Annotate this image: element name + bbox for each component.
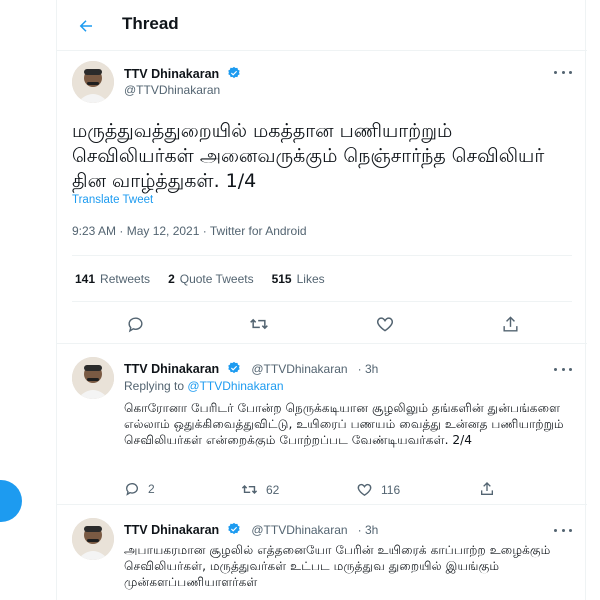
tweet-text: கொரோனா பேரிடர் போன்ற நெருக்கடியான சூழலில… [124,401,564,447]
more-icon[interactable] [554,67,572,77]
like-icon [376,317,394,332]
more-icon[interactable] [554,525,572,535]
reply-author-row: TTV Dhinakaran @TTVDhinakaran · 3h [124,519,378,538]
tweet-stats: 141 Retweets 2 Quote Tweets 515 Likes [75,272,325,286]
author-handle[interactable]: @TTVDhinakaran [124,83,220,97]
verified-badge-icon [228,522,240,535]
tweet-timestamp[interactable]: 9:23 AM · May 12, 2021 · Twitter for And… [72,224,307,238]
back-button[interactable] [71,11,101,41]
divider [72,255,572,256]
reply-count: 2 [148,482,155,496]
compose-fab-button[interactable] [0,480,22,522]
divider [72,301,572,302]
like-button[interactable]: 116 [356,481,400,498]
tweet-time[interactable]: · 3h [358,362,379,376]
page-title: Thread [122,14,179,33]
author-name[interactable]: TTV Dhinakaran [124,67,219,81]
retweets-stat[interactable]: 141 Retweets [75,272,150,286]
retweet-icon [250,318,268,330]
tweet-actions [57,309,587,339]
reply-actions: 2 62 116 [124,481,544,501]
like-count: 116 [381,482,401,497]
author-name-row: TTV Dhinakaran [124,63,241,82]
replying-to: Replying to @TTVDhinakaran [124,379,284,393]
replying-to-link[interactable]: @TTVDhinakaran [187,379,283,393]
verified-badge-icon [228,66,240,79]
tweet-text: மருத்துவத்துறையில் மகத்தான பணியாற்றும் ச… [72,120,545,192]
author-handle[interactable]: @TTVDhinakaran [251,362,347,376]
quote-tweets-stat[interactable]: 2 Quote Tweets [168,272,254,286]
back-arrow-icon [79,20,92,32]
more-icon[interactable] [554,364,572,374]
reply-author-row: TTV Dhinakaran @TTVDhinakaran · 3h [124,358,378,377]
retweet-button[interactable]: 62 [241,481,279,498]
author-name[interactable]: TTV Dhinakaran [124,362,219,376]
main-tweet: TTV Dhinakaran @TTVDhinakaran மருத்துவத்… [57,51,587,344]
avatar[interactable] [72,61,114,103]
share-button[interactable] [479,481,495,497]
like-icon [357,483,372,497]
thread-column: Thread TTV Dhinakaran @TTVDhinakaran மரு… [56,0,587,600]
reply-tweet[interactable]: TTV Dhinakaran @TTVDhinakaran · 3h Reply… [57,345,587,505]
share-icon [502,315,518,332]
translate-tweet-link[interactable]: Translate Tweet [72,194,153,206]
reply-tweet[interactable]: TTV Dhinakaran @TTVDhinakaran · 3h அபாயக… [57,506,587,600]
reply-icon [127,316,143,332]
share-button[interactable] [499,313,521,335]
tweet-time[interactable]: · 3h [358,523,379,537]
verified-badge-icon [228,361,240,374]
author-handle[interactable]: @TTVDhinakaran [251,523,347,537]
retweet-button[interactable] [248,313,270,335]
avatar[interactable] [72,518,114,560]
retweet-icon [241,484,258,495]
reply-icon [126,483,138,496]
share-icon [481,482,493,495]
author-name[interactable]: TTV Dhinakaran [124,523,219,537]
reply-button[interactable]: 2 [124,481,155,497]
like-button[interactable] [374,313,396,335]
tweet-text: அபாயகரமான சூழலில் எத்தனையோ பேரின் உயிரைக… [124,543,551,589]
likes-stat[interactable]: 515 Likes [272,272,325,286]
avatar[interactable] [72,357,114,399]
retweet-count: 62 [266,482,280,497]
thread-header: Thread [57,0,587,51]
reply-button[interactable] [124,313,146,335]
